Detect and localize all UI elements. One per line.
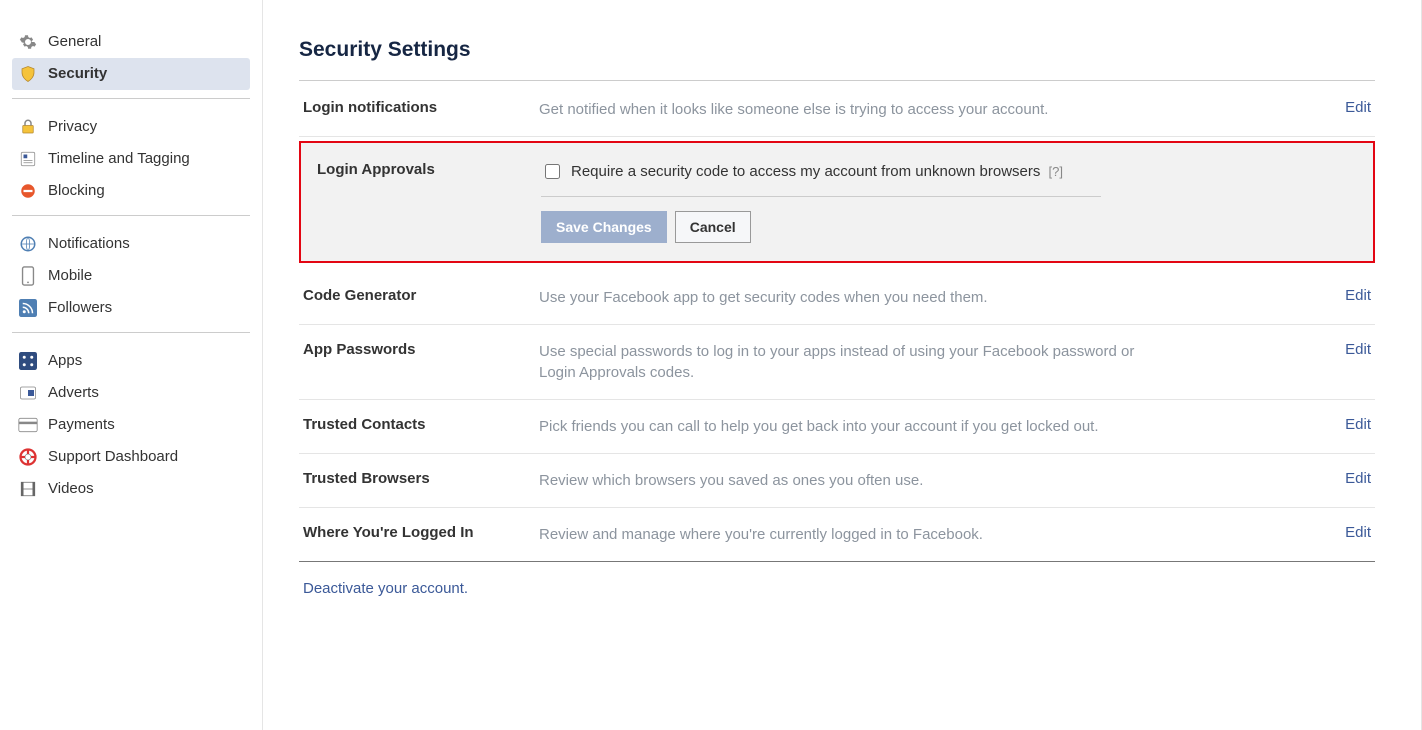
row-where-logged-in[interactable]: Where You're Logged In Review and manage… xyxy=(299,508,1375,562)
sidebar-item-label: Notifications xyxy=(48,234,130,254)
sidebar-item-label: Security xyxy=(48,64,107,84)
row-desc: Use your Facebook app to get security co… xyxy=(539,287,1169,308)
sidebset-item-label: Timeline and Tagging xyxy=(48,149,190,169)
sidebar-item-label: Adverts xyxy=(48,383,99,403)
block-icon xyxy=(18,181,38,201)
help-icon[interactable]: [?] xyxy=(1049,164,1063,179)
main-content: Security Settings Login notifications Ge… xyxy=(263,0,1422,730)
edit-link[interactable]: Edit xyxy=(1311,287,1371,304)
row-title: Trusted Contacts xyxy=(303,416,539,433)
row-desc: Use special passwords to log in to your … xyxy=(539,341,1169,383)
row-title: Where You're Logged In xyxy=(303,524,539,541)
row-login-approvals: Login Approvals Require a security code … xyxy=(299,141,1375,263)
timeline-icon xyxy=(18,149,38,169)
sidebar-item-label: Blocking xyxy=(48,181,105,201)
rss-icon xyxy=(18,298,38,318)
sidebar-item-blocking[interactable]: Blocking xyxy=(12,175,250,207)
require-code-checkbox[interactable] xyxy=(545,164,560,179)
require-code-row: Require a security code to access my acc… xyxy=(541,155,1101,197)
edit-link[interactable]: Edit xyxy=(1311,416,1371,433)
adverts-icon xyxy=(18,383,38,403)
globe-icon xyxy=(18,234,38,254)
sidebar-group-4: Apps Adverts Payments Support Dashboard … xyxy=(12,339,250,513)
lock-icon xyxy=(18,117,38,137)
edit-link[interactable]: Edit xyxy=(1311,341,1371,358)
film-icon xyxy=(18,479,38,499)
page-title: Security Settings xyxy=(299,38,1375,62)
sidebar-item-payments[interactable]: Payments xyxy=(12,409,250,441)
row-desc: Pick friends you can call to help you ge… xyxy=(539,416,1169,437)
shield-icon xyxy=(18,64,38,84)
row-title: Login Approvals xyxy=(307,155,541,243)
row-desc: Get notified when it looks like someone … xyxy=(539,99,1169,120)
sidebar-item-label: Followers xyxy=(48,298,112,318)
sidebar-item-general[interactable]: General xyxy=(12,26,250,58)
sidebar-item-label: Support Dashboard xyxy=(48,447,178,467)
row-code-generator[interactable]: Code Generator Use your Facebook app to … xyxy=(299,271,1375,325)
row-title: Code Generator xyxy=(303,287,539,304)
row-login-notifications[interactable]: Login notifications Get notified when it… xyxy=(299,83,1375,137)
title-divider xyxy=(299,80,1375,81)
sidebar-item-label: Privacy xyxy=(48,117,97,137)
button-bar: Save Changes Cancel xyxy=(541,197,1367,243)
gear-icon xyxy=(18,32,38,52)
sidebar-item-label: General xyxy=(48,32,101,52)
save-changes-button[interactable]: Save Changes xyxy=(541,211,667,243)
row-title: Trusted Browsers xyxy=(303,470,539,487)
sidebar-item-security[interactable]: Security xyxy=(12,58,250,90)
sidebar-group-1: General Security xyxy=(12,20,250,99)
sidebar-item-followers[interactable]: Followers xyxy=(12,292,250,324)
row-desc: Review and manage where you're currently… xyxy=(539,524,1169,545)
sidebar-item-label: Mobile xyxy=(48,266,92,286)
sidebar-item-support[interactable]: Support Dashboard xyxy=(12,441,250,473)
edit-link[interactable]: Edit xyxy=(1311,99,1371,116)
edit-link[interactable]: Edit xyxy=(1311,524,1371,541)
sidebar-item-label: Videos xyxy=(48,479,94,499)
sidebar-item-notifications[interactable]: Notifications xyxy=(12,228,250,260)
card-icon xyxy=(18,415,38,435)
row-desc: Review which browsers you saved as ones … xyxy=(539,470,1169,491)
sidebar-group-3: Notifications Mobile Followers xyxy=(12,222,250,333)
sidebar-group-2: Privacy Timeline and Tagging Blocking xyxy=(12,105,250,216)
row-trusted-browsers[interactable]: Trusted Browsers Review which browsers y… xyxy=(299,454,1375,508)
sidebar-item-apps[interactable]: Apps xyxy=(12,345,250,377)
phone-icon xyxy=(18,266,38,286)
edit-link[interactable]: Edit xyxy=(1311,470,1371,487)
deactivate-account-link[interactable]: Deactivate your account. xyxy=(299,562,1375,615)
login-approvals-body: Require a security code to access my acc… xyxy=(541,155,1367,243)
settings-sidebar: General Security Privacy Timeline and Ta… xyxy=(0,0,263,730)
sidebar-item-privacy[interactable]: Privacy xyxy=(12,111,250,143)
row-trusted-contacts[interactable]: Trusted Contacts Pick friends you can ca… xyxy=(299,400,1375,454)
row-title: App Passwords xyxy=(303,341,539,358)
row-title: Login notifications xyxy=(303,99,539,116)
sidebar-item-timeline[interactable]: Timeline and Tagging xyxy=(12,143,250,175)
sidebar-item-mobile[interactable]: Mobile xyxy=(12,260,250,292)
require-code-label: Require a security code to access my acc… xyxy=(571,163,1040,180)
apps-icon xyxy=(18,351,38,371)
sidebar-item-adverts[interactable]: Adverts xyxy=(12,377,250,409)
sidebar-item-videos[interactable]: Videos xyxy=(12,473,250,505)
row-app-passwords[interactable]: App Passwords Use special passwords to l… xyxy=(299,325,1375,400)
lifebuoy-icon xyxy=(18,447,38,467)
sidebar-item-label: Apps xyxy=(48,351,82,371)
sidebar-item-label: Payments xyxy=(48,415,115,435)
cancel-button[interactable]: Cancel xyxy=(675,211,751,243)
